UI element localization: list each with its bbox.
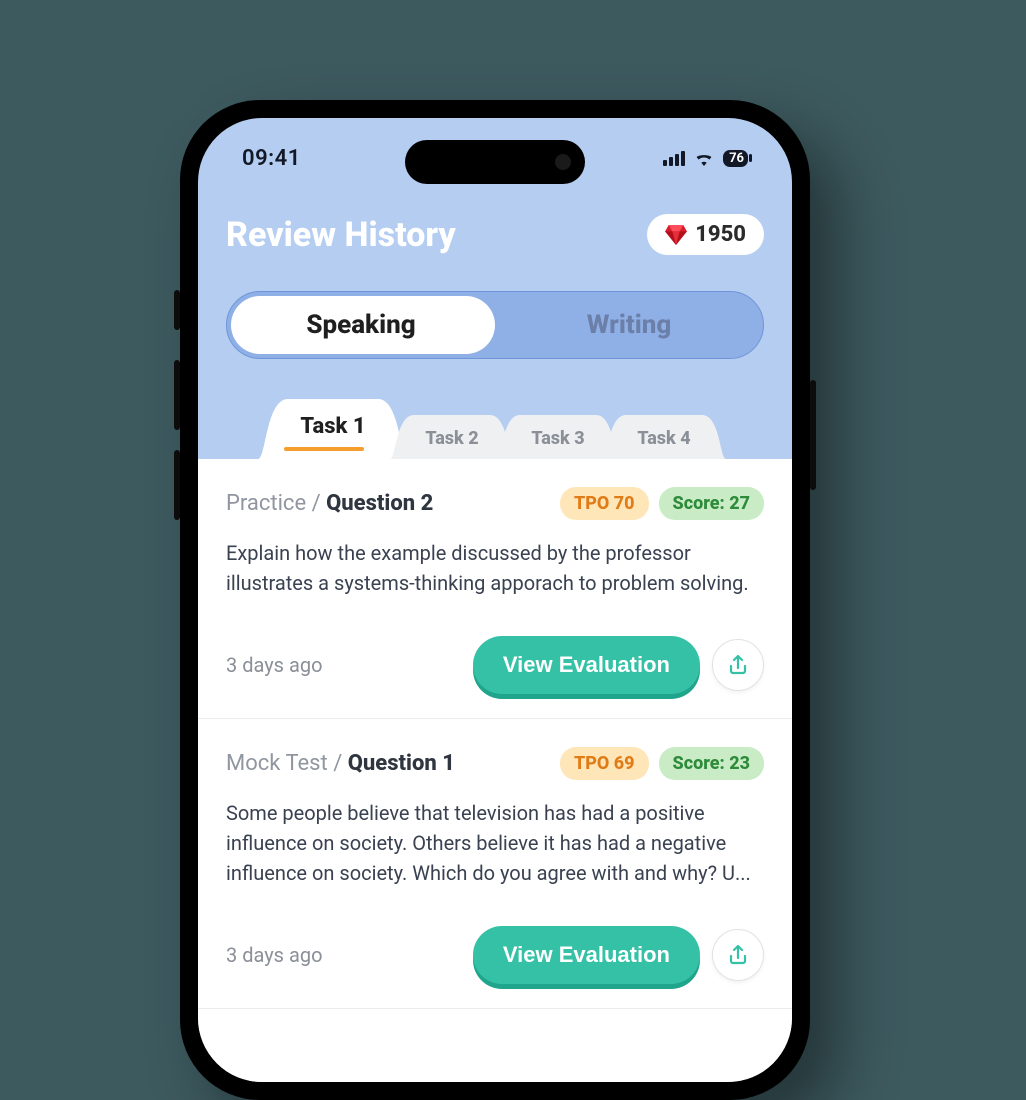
wifi-icon: [693, 150, 715, 166]
card-breadcrumb: Mock Test / Question 1: [226, 751, 455, 776]
category-segmented-control: Speaking Writing: [226, 291, 764, 359]
card-timestamp: 3 days ago: [226, 943, 322, 967]
power-button: [810, 380, 816, 490]
share-button[interactable]: [712, 639, 764, 691]
dynamic-island: [405, 140, 585, 184]
volume-down-button: [174, 450, 180, 520]
status-time: 09:41: [242, 146, 301, 171]
history-card: Mock Test / Question 1 TPO 69 Score: 23 …: [198, 719, 792, 1009]
history-card: Practice / Question 2 TPO 70 Score: 27 E…: [198, 459, 792, 719]
page-title: Review History: [226, 215, 456, 255]
card-prompt: Some people believe that television has …: [226, 798, 764, 888]
tab-speaking[interactable]: Speaking: [227, 292, 495, 358]
side-button: [174, 290, 180, 330]
tab-writing[interactable]: Writing: [495, 292, 763, 358]
tpo-badge: TPO 69: [560, 747, 649, 780]
score-badge: Score: 23: [659, 747, 764, 780]
share-button[interactable]: [712, 929, 764, 981]
score-badge: Score: 27: [659, 487, 764, 520]
card-timestamp: 3 days ago: [226, 653, 322, 677]
tpo-badge: TPO 70: [560, 487, 649, 520]
gems-balance[interactable]: 1950: [647, 214, 764, 255]
cellular-signal-icon: [663, 150, 685, 166]
screen: 09:41 76 Review History 1950 Speaking Wr…: [198, 118, 792, 1082]
gem-icon: [665, 225, 687, 245]
view-evaluation-button[interactable]: View Evaluation: [473, 926, 700, 984]
task-tabs: Task 1 Task 2 Task 3 Task 4: [198, 399, 792, 459]
gems-count: 1950: [695, 222, 746, 247]
share-icon: [726, 943, 750, 967]
share-icon: [726, 653, 750, 677]
task-tab-1[interactable]: Task 1: [258, 399, 408, 459]
view-evaluation-button[interactable]: View Evaluation: [473, 636, 700, 694]
task-tab-4[interactable]: Task 4: [602, 415, 726, 459]
phone-frame: 09:41 76 Review History 1950 Speaking Wr…: [180, 100, 810, 1100]
card-breadcrumb: Practice / Question 2: [226, 491, 433, 516]
history-list: Practice / Question 2 TPO 70 Score: 27 E…: [198, 459, 792, 1082]
volume-up-button: [174, 360, 180, 430]
battery-indicator: 76: [723, 150, 748, 167]
card-prompt: Explain how the example discussed by the…: [226, 538, 764, 598]
